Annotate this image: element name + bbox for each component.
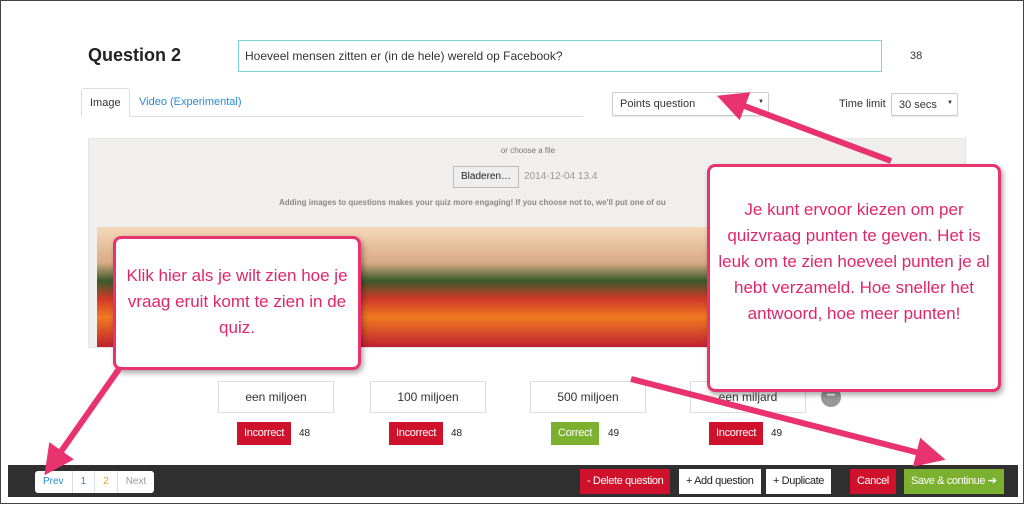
arrow-to-save [630,376,946,467]
annotation-arrows [44,92,946,476]
arrow-to-points-select [716,92,893,164]
arrow-to-prev [44,367,122,476]
